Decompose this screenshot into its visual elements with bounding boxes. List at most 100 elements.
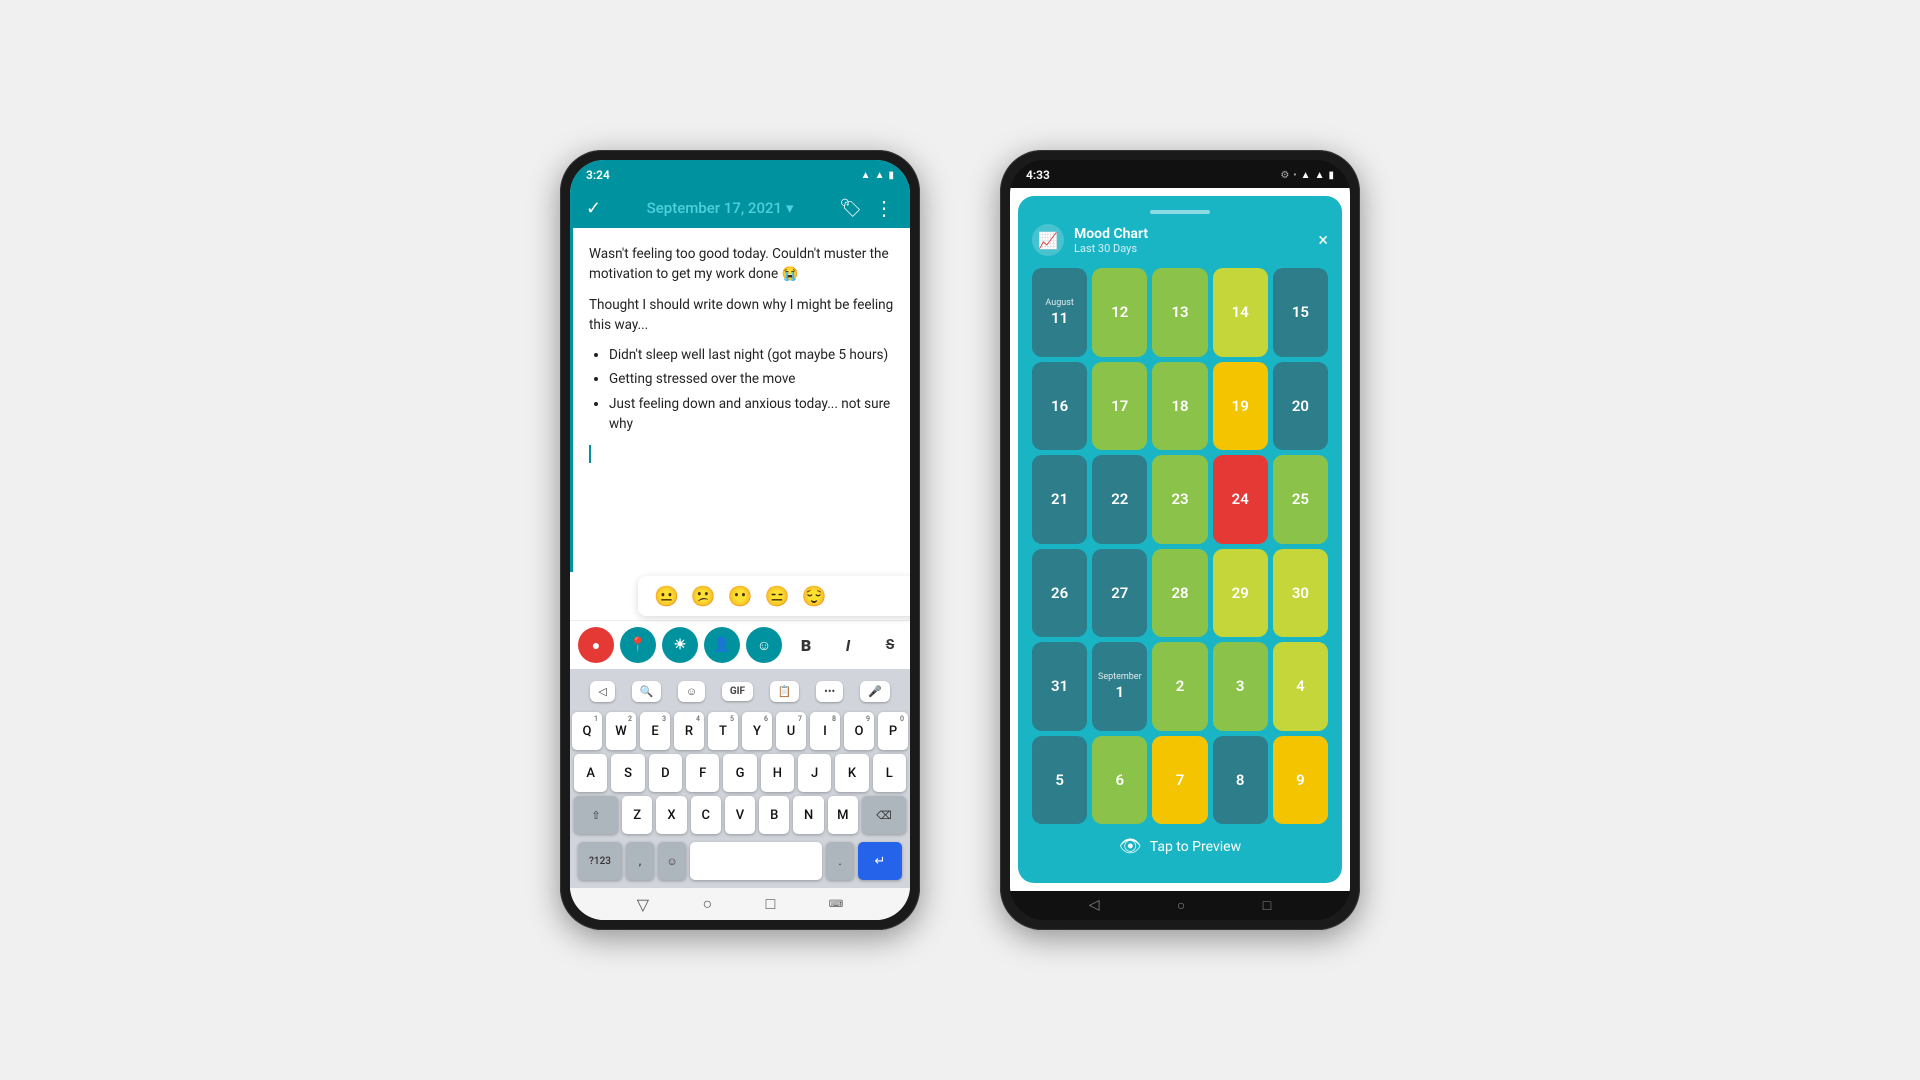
sticker-key[interactable]: ☺ [678,681,705,702]
mood-cell-27[interactable]: 27 [1092,549,1147,638]
mood-cell-sep6[interactable]: 6 [1092,736,1147,825]
mood-cell-sep7[interactable]: 7 [1152,736,1207,825]
mood-cell-18[interactable]: 18 [1152,362,1207,451]
back-nav-2[interactable]: ◁ [1089,897,1100,914]
spacebar-key[interactable] [690,842,822,880]
key-a[interactable]: A [574,754,607,792]
key-z[interactable]: Z [622,796,652,834]
mood-cell-sep8[interactable]: 8 [1213,736,1268,825]
mood-cell-16[interactable]: 16 [1032,362,1087,451]
keyboard[interactable]: ◁ 🔍 ☺ GIF 📋 ••• 🎤 Q1 W2 E3 R4 T5 [570,669,910,888]
key-o[interactable]: O9 [844,712,874,750]
enter-key[interactable]: ↵ [858,842,902,880]
key-g[interactable]: G [723,754,756,792]
key-b[interactable]: B [759,796,789,834]
mood-cell-sep9[interactable]: 9 [1273,736,1328,825]
key-j[interactable]: J [798,754,831,792]
key-n[interactable]: N [793,796,823,834]
emoji-3[interactable]: 😶 [728,584,753,608]
gif-key[interactable]: GIF [722,682,753,701]
mood-cell-24[interactable]: 24 [1213,455,1268,544]
key-v[interactable]: V [725,796,755,834]
mood-cell-14[interactable]: 14 [1213,268,1268,357]
period-key[interactable]: . [826,842,854,880]
mood-cell-21[interactable]: 21 [1032,455,1087,544]
mood-cell-13[interactable]: 13 [1152,268,1207,357]
backspace-key[interactable]: ⌫ [862,796,906,834]
mood-cell-19[interactable]: 19 [1213,362,1268,451]
emoji-5[interactable]: 😌 [802,584,827,608]
mood-cell-17[interactable]: 17 [1092,362,1147,451]
strikethrough-btn[interactable]: S [872,627,908,663]
mood-cell-aug11[interactable]: August11 [1032,268,1087,357]
key-k[interactable]: K [835,754,868,792]
mood-close-button[interactable]: × [1318,230,1328,251]
date-selector[interactable]: September 17, 2021 ▾ [647,199,794,217]
key-m[interactable]: M [828,796,858,834]
back-key[interactable]: ◁ [590,681,614,702]
brightness-btn[interactable]: ☀ [662,627,698,663]
mood-cell-31[interactable]: 31 [1032,642,1087,731]
mood-cell-29[interactable]: 29 [1213,549,1268,638]
emoji-keyboard-key[interactable]: ☺ [658,842,686,880]
key-i[interactable]: I8 [810,712,840,750]
emoji-4[interactable]: 😑 [765,584,790,608]
home-nav-2[interactable]: ○ [1177,897,1185,914]
mood-cell-20[interactable]: 20 [1273,362,1328,451]
color-btn[interactable]: ● [578,627,614,663]
mood-cell-15[interactable]: 15 [1273,268,1328,357]
emoji-btn[interactable]: ☺ [746,627,782,663]
italic-btn[interactable]: I [830,627,866,663]
mood-cell-sep4[interactable]: 4 [1273,642,1328,731]
mic-key[interactable]: 🎤 [860,681,890,702]
key-y[interactable]: Y6 [742,712,772,750]
clipboard-key[interactable]: 📋 [770,681,800,702]
person-btn[interactable]: 👤 [704,627,740,663]
mood-cell-26[interactable]: 26 [1032,549,1087,638]
comma-key[interactable]: , [626,842,654,880]
more-options-icon[interactable]: ⋮ [874,196,894,220]
tag-icon[interactable]: 🏷 [839,198,862,219]
mood-cell-30[interactable]: 30 [1273,549,1328,638]
home-nav[interactable]: ○ [703,894,713,914]
mood-cell-28[interactable]: 28 [1152,549,1207,638]
key-s[interactable]: S [611,754,644,792]
key-u[interactable]: U7 [776,712,806,750]
key-c[interactable]: C [691,796,721,834]
more-key[interactable]: ••• [816,681,843,702]
journal-text-area[interactable]: Wasn't feeling too good today. Couldn't … [570,228,910,572]
mood-cell-sep3[interactable]: 3 [1213,642,1268,731]
location-btn[interactable]: 📍 [620,627,656,663]
emoji-1[interactable]: 😐 [654,584,679,608]
emoji-2[interactable]: 😕 [691,584,716,608]
check-button[interactable]: ✓ [586,198,601,219]
shift-key[interactable]: ⇧ [574,796,618,834]
key-w[interactable]: W2 [606,712,636,750]
key-e[interactable]: E3 [640,712,670,750]
back-nav[interactable]: ▽ [637,895,649,914]
mood-cell-25[interactable]: 25 [1273,455,1328,544]
mood-cell-sep1[interactable]: September1 [1092,642,1147,731]
mood-cell-12[interactable]: 12 [1092,268,1147,357]
mood-cell-23[interactable]: 23 [1152,455,1207,544]
recents-nav-2[interactable]: □ [1263,897,1271,914]
search-key[interactable]: 🔍 [632,681,662,702]
tap-to-preview[interactable]: 👁 Tap to Preview [1032,824,1328,869]
key-d[interactable]: D [649,754,682,792]
key-r[interactable]: R4 [674,712,704,750]
key-t[interactable]: T5 [708,712,738,750]
key-f[interactable]: F [686,754,719,792]
mood-cell-sep5[interactable]: 5 [1032,736,1087,825]
symbols-key[interactable]: ?123 [578,842,622,880]
bold-btn[interactable]: B [788,627,824,663]
mood-cell-22[interactable]: 22 [1092,455,1147,544]
mood-cell-sep2[interactable]: 2 [1152,642,1207,731]
recents-nav[interactable]: □ [766,894,776,914]
key-q[interactable]: Q1 [572,712,602,750]
key-x[interactable]: X [656,796,686,834]
key-p[interactable]: P0 [878,712,908,750]
key-h[interactable]: H [761,754,794,792]
keyboard-nav[interactable]: ⌨ [829,899,843,910]
key-l[interactable]: L [873,754,906,792]
emoji-picker[interactable]: 😐 😕 😶 😑 😌 [638,576,910,616]
